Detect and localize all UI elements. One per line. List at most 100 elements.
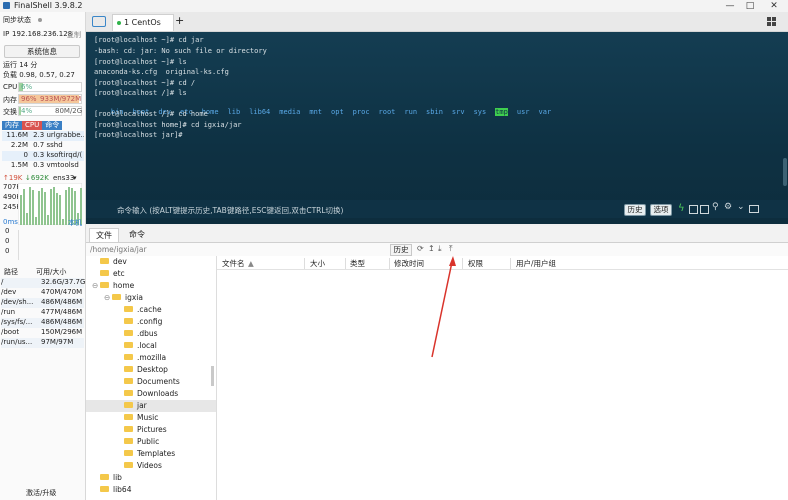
proc-tab-mem[interactable]: 内存: [2, 121, 22, 130]
tree-node-label: .mozilla: [137, 353, 167, 362]
tree-node[interactable]: .local: [86, 340, 216, 352]
latency-label: 0ms: [3, 218, 18, 226]
load-text: 负载 0.98, 0.57, 0.27: [3, 71, 75, 79]
net-graph-bar: [56, 193, 58, 225]
tree-node[interactable]: lib: [86, 472, 216, 484]
collapse-icon[interactable]: ⊖: [92, 280, 100, 292]
folder-icon: [112, 294, 121, 300]
folder-icon: [124, 450, 133, 456]
process-row[interactable]: 0 0.3 ksoftirqd/(: [2, 151, 84, 161]
copy-icon[interactable]: [689, 205, 698, 214]
collapse-icon[interactable]: ⊖: [104, 292, 112, 304]
path-input[interactable]: /home/igxia/jar: [90, 245, 147, 254]
search-icon[interactable]: ⚲: [712, 202, 719, 212]
tree-node[interactable]: .config: [86, 316, 216, 328]
proc-tab-cpu[interactable]: CPU: [22, 121, 43, 130]
paste-icon[interactable]: [700, 205, 709, 214]
folder-icon: [124, 414, 133, 420]
tree-node[interactable]: ⊖ home: [86, 280, 216, 292]
net-graph-bar: [65, 190, 67, 225]
tree-node[interactable]: Videos: [86, 460, 216, 472]
download-icon[interactable]: ⤓: [438, 244, 442, 254]
tab-files[interactable]: 文件: [89, 228, 119, 242]
sync-status-label: 同步状态: [3, 16, 31, 24]
tab-commands[interactable]: 命令: [123, 228, 151, 241]
directory-tree: dev etc ⊖ home ⊖ igxia .cache .config .dbus .loca…: [86, 256, 217, 500]
gear-icon[interactable]: ⚙: [724, 202, 732, 212]
folder-icon: [124, 342, 133, 348]
command-input[interactable]: 命令输入 (按ALT键提示历史,TAB键路径,ESC键返回,双击CTRL切换): [117, 205, 343, 216]
upload-icon[interactable]: ⤒: [449, 244, 453, 254]
tree-node[interactable]: Desktop: [86, 364, 216, 376]
tree-node[interactable]: .cache: [86, 304, 216, 316]
maximize-button[interactable]: □: [742, 0, 758, 12]
tree-node[interactable]: ⊖ igxia: [86, 292, 216, 304]
swap-label: 交换: [3, 108, 17, 116]
terminal-line: [root@localhost jar]#: [94, 131, 183, 139]
terminal-line: [root@localhost /]# cd home: [94, 110, 208, 118]
tab-centos[interactable]: 1 CentOs: [112, 14, 174, 31]
folder-open-icon[interactable]: [92, 16, 106, 27]
tree-node[interactable]: Pictures: [86, 424, 216, 436]
fullscreen-icon[interactable]: [749, 205, 759, 213]
process-row[interactable]: 11.6M 2.3 urlgrabbe...: [2, 131, 84, 141]
latency-value: 0: [5, 227, 10, 235]
close-button[interactable]: ✕: [766, 0, 782, 12]
tree-node[interactable]: .dbus: [86, 328, 216, 340]
window-title: FinalShell 3.9.8.2: [14, 1, 83, 10]
disk-row[interactable]: /run 477M/486M: [1, 308, 84, 318]
tree-node[interactable]: Downloads: [86, 388, 216, 400]
chevron-down-icon[interactable]: ⌄: [737, 202, 745, 212]
folder-icon: [100, 282, 109, 288]
mem-percent: 96%: [21, 95, 37, 103]
process-tabs: 内存 CPU 命令: [2, 120, 63, 130]
grid-view-icon[interactable]: [767, 17, 776, 26]
up-dir-icon[interactable]: ↥: [428, 244, 435, 253]
options-button[interactable]: 选项: [650, 204, 672, 216]
tree-node[interactable]: etc: [86, 268, 216, 280]
copy-ip-link[interactable]: 复制: [67, 30, 81, 40]
disk-row[interactable]: /dev/sh... 486M/486M: [1, 298, 84, 308]
tree-node[interactable]: .mozilla: [86, 352, 216, 364]
tree-node-label: .local: [137, 341, 157, 350]
latency-graph: [18, 230, 83, 260]
activate-link[interactable]: 激活/升级: [26, 488, 56, 498]
tree-node[interactable]: Music: [86, 412, 216, 424]
disk-row[interactable]: /run/us... 97M/97M: [1, 338, 84, 348]
net-iface-select[interactable]: ens33: [53, 174, 74, 182]
chevron-down-icon[interactable]: ▾: [73, 174, 77, 182]
terminal[interactable]: [root@localhost ~]# cd jar -bash: cd: ja…: [86, 32, 788, 224]
tree-node[interactable]: Templates: [86, 448, 216, 460]
lightning-icon[interactable]: ϟ: [678, 203, 685, 214]
process-row[interactable]: 2.2M 0.7 sshd: [2, 141, 84, 151]
tree-node[interactable]: dev: [86, 256, 216, 268]
add-tab-button[interactable]: +: [175, 14, 184, 27]
tree-scrollbar[interactable]: [211, 366, 214, 386]
net-graph-bar: [44, 192, 46, 225]
session-tab-bar: 1 CentOs +: [86, 12, 788, 32]
bottom-tabs: 文件 命令: [86, 226, 788, 243]
disk-row[interactable]: /sys/fs/... 486M/486M: [1, 318, 84, 328]
proc-tab-cmd[interactable]: 命令: [42, 121, 63, 130]
history-button[interactable]: 历史: [624, 204, 646, 216]
path-history-button[interactable]: 历史: [390, 244, 412, 256]
tree-node[interactable]: Documents: [86, 376, 216, 388]
minimize-button[interactable]: —: [722, 0, 738, 12]
net-graph-bar: [20, 195, 22, 225]
disk-row[interactable]: /dev 470M/470M: [1, 288, 84, 298]
disk-row[interactable]: /32.6G/37.7G: [1, 278, 85, 288]
tree-node[interactable]: lib64: [86, 484, 216, 496]
terminal-line: [root@localhost /]# ls: [94, 89, 187, 97]
terminal-scrollbar[interactable]: [783, 158, 787, 186]
latency-value: 0: [5, 247, 10, 255]
tree-node[interactable]: jar: [86, 400, 216, 412]
mem-bar: 96% 933M/972M: [18, 94, 82, 104]
process-row[interactable]: 1.5M 0.3 vmtoolsd: [2, 161, 84, 171]
tree-node[interactable]: Public: [86, 436, 216, 448]
refresh-icon[interactable]: ⟳: [417, 244, 424, 253]
tree-node-label: Desktop: [137, 365, 168, 374]
folder-icon: [124, 318, 133, 324]
sysinfo-button[interactable]: 系统信息: [4, 45, 80, 58]
tree-node-label: Documents: [137, 377, 180, 386]
disk-row[interactable]: /boot 150M/296M: [1, 328, 84, 338]
